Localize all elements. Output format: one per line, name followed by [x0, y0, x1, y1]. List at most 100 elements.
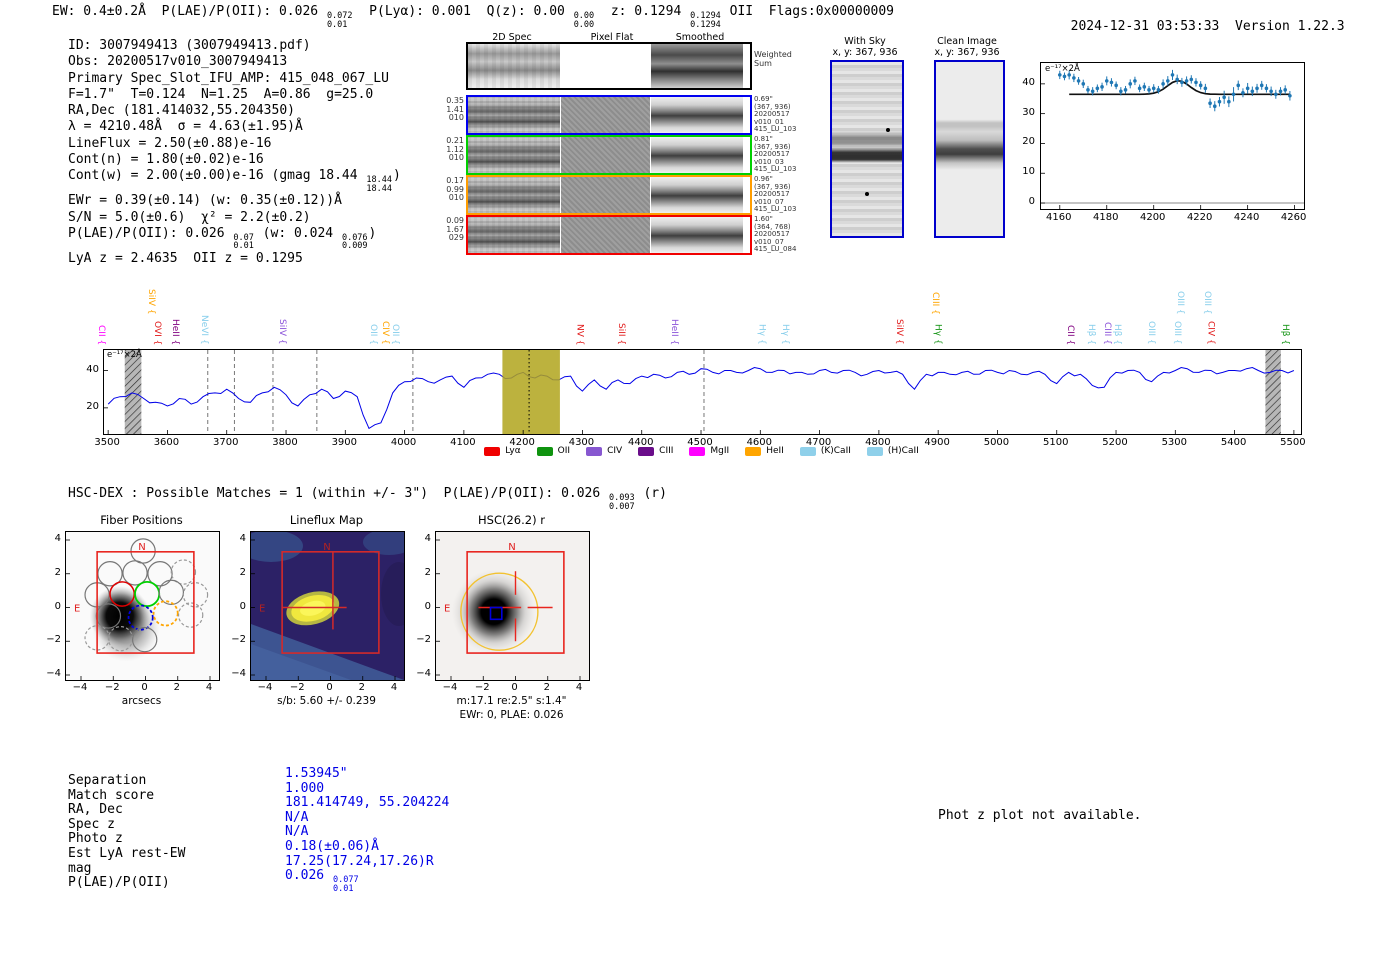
panel-x-tick-label: 0	[318, 682, 342, 693]
cosmic-ray-dot	[865, 192, 869, 196]
hsc-r-title: HSC(26.2) r	[435, 513, 588, 527]
left-label-line: 010	[440, 154, 464, 163]
fiber-row-left-label: 0.091.67029	[440, 217, 464, 243]
summary-header-line: EW: 0.4±0.2Å P(LAE)/P(OII): 0.026 0.0720…	[52, 4, 894, 29]
legend-label: MgII	[710, 446, 729, 456]
match-row-label: Separation	[68, 773, 146, 788]
fiber-row-left-label: 0.211.12010	[440, 137, 464, 163]
svg-text:N: N	[323, 542, 330, 553]
sup-sub-value: 0.12940.1294	[690, 12, 721, 29]
fiber-circle-orange	[154, 601, 178, 625]
info-line: Primary Spec_Slot_IFU_AMP: 415_048_067_L…	[68, 71, 401, 87]
legend-label: Lyα	[505, 446, 520, 456]
match-row-label: P(LAE)/P(OII)	[68, 875, 170, 890]
clean-image-pixels	[936, 62, 1003, 236]
row-smoothed-image	[651, 177, 743, 213]
legend-item: (K)CaII	[800, 446, 851, 456]
text-segment: EWr = 0.39(±0.14) (w: 0.35(±0.12))Å	[68, 193, 342, 208]
weighted-sum-row	[466, 42, 752, 90]
panel-x-tick-label: 0	[133, 682, 157, 693]
fiber-circle-solid	[123, 561, 147, 585]
panel-y-tick-label: −4	[228, 668, 246, 679]
legend-item: HeII	[745, 446, 784, 456]
fiber-circle-dashed	[179, 603, 203, 627]
main-spectrum-canvas	[104, 350, 1301, 434]
panel-x-tick-label: −2	[285, 682, 309, 693]
panel-y-tick-label: 4	[228, 533, 246, 544]
legend-item: (H)CaII	[867, 446, 919, 456]
emission-line-label: Hγ {	[932, 324, 942, 345]
text-segment: LyA z = 2.4635 OII z = 0.1295	[68, 251, 303, 266]
row-pixelflat-image	[561, 217, 650, 253]
left-label-line: 029	[440, 234, 464, 243]
row-2dspec-image	[468, 97, 560, 133]
text-segment: LineFlux = 2.50(±0.88)e-16	[68, 136, 272, 151]
fiber-row-right-label: 0.69"(367, 936)20200517v010_01415_LU_103	[754, 96, 800, 134]
emission-line-label: CII {	[1065, 325, 1075, 345]
row-smoothed-image	[651, 137, 743, 173]
hsc-xlabel-2: EWr: 0, PLAE: 0.026	[435, 709, 588, 721]
match-row-label: mag	[68, 861, 91, 876]
panel-y-tick-label: 2	[43, 567, 61, 578]
report-version: Version 1.22.3	[1235, 19, 1345, 34]
text-segment: 17.25(17.24,17.26)R	[285, 854, 434, 869]
match-row-value: 0.026 0.0770.01	[285, 868, 360, 893]
emission-line-label: CIV {	[1206, 321, 1216, 345]
text-segment: ID: 3007949413 (3007949413.pdf)	[68, 38, 311, 53]
hsc-r-canvas: NE	[436, 532, 589, 680]
panel-x-tick-label: −4	[253, 682, 277, 693]
panel-y-tick-label: −2	[413, 634, 431, 645]
left-label-line: 010	[440, 194, 464, 203]
info-line: S/N = 5.0(±0.6) χ² = 2.2(±0.2)	[68, 210, 401, 226]
match-row-value: 1.000	[285, 781, 324, 796]
fiber-row-right-label: 0.96"(367, 936)20200517v010_07415_LU_103	[754, 176, 800, 214]
svg-text:E: E	[444, 604, 450, 615]
legend-item: CIII	[638, 446, 673, 456]
info-line: λ = 4210.48Å σ = 4.63(±1.95)Å	[68, 119, 401, 135]
legend-label: (H)CaII	[888, 446, 919, 456]
emission-line-label: OIII {	[1146, 321, 1156, 345]
detection-info-block: ID: 3007949413 (3007949413.pdf)Obs: 2020…	[68, 38, 401, 267]
fiber-xlabel: arcsecs	[65, 695, 218, 707]
panel-y-tick-label: 0	[413, 601, 431, 612]
legend-item: CIV	[586, 446, 622, 456]
emission-line-label: OIII {	[1202, 291, 1212, 315]
weighted-pixelflat-image	[561, 44, 650, 88]
info-line: F=1.7" T=0.124 N=1.25 A=0.86 g=25.0	[68, 87, 401, 103]
fiber-row-images	[466, 95, 752, 135]
sup-sub-value: 0.0930.007	[609, 494, 635, 511]
panel-x-tick-label: 4	[197, 682, 221, 693]
right-label-line: 415_LU_084	[754, 246, 800, 254]
panel-y-tick-label: −4	[413, 668, 431, 679]
sup-sub-value: 0.0760.009	[342, 234, 368, 251]
match-row-value: 17.25(17.24,17.26)R	[285, 854, 434, 869]
match-row-value: N/A	[285, 810, 308, 825]
text-segment: Cont(n) = 1.80(±0.02)e-16	[68, 152, 264, 167]
clean-image	[934, 60, 1005, 238]
spectrum-legend: LyαOIICIVCIIIMgIIHeII(K)CaII(H)CaII	[103, 446, 1300, 456]
text-segment: 181.414749, 55.204224	[285, 795, 449, 810]
row-pixelflat-image	[561, 177, 650, 213]
legend-item: MgII	[689, 446, 729, 456]
emission-line-label: Hγ {	[756, 324, 766, 345]
match-row-value: N/A	[285, 824, 308, 839]
text-segment: Primary Spec_Slot_IFU_AMP: 415_048_067_L…	[68, 71, 389, 86]
emission-line-label: OVI {	[152, 321, 162, 345]
panel-x-tick-label: −4	[68, 682, 92, 693]
with-sky-title: With Sky x, y: 367, 936	[830, 36, 900, 58]
fit-y-tick-label: 40	[1003, 77, 1035, 88]
emission-line-label: CIV {	[380, 321, 390, 345]
fit-x-tick-label: 4200	[1136, 212, 1170, 223]
emission-line-label: Hβ {	[1280, 324, 1290, 345]
legend-label: (K)CaII	[821, 446, 851, 456]
right-label-line: 415_LU_103	[754, 126, 800, 134]
panel-y-tick-label: 0	[43, 601, 61, 612]
text-segment: (w: 0.024	[255, 226, 341, 241]
weighted-smoothed-image	[651, 44, 743, 88]
text-segment: HSC-DEX : Possible Matches = 1 (within +…	[68, 486, 608, 501]
info-line: LineFlux = 2.50(±0.88)e-16	[68, 136, 401, 152]
row-pixelflat-image	[561, 97, 650, 133]
hscdex-match-line: HSC-DEX : Possible Matches = 1 (within +…	[68, 486, 667, 511]
row-pixelflat-image	[561, 137, 650, 173]
weighted-2dspec-image	[468, 44, 560, 88]
